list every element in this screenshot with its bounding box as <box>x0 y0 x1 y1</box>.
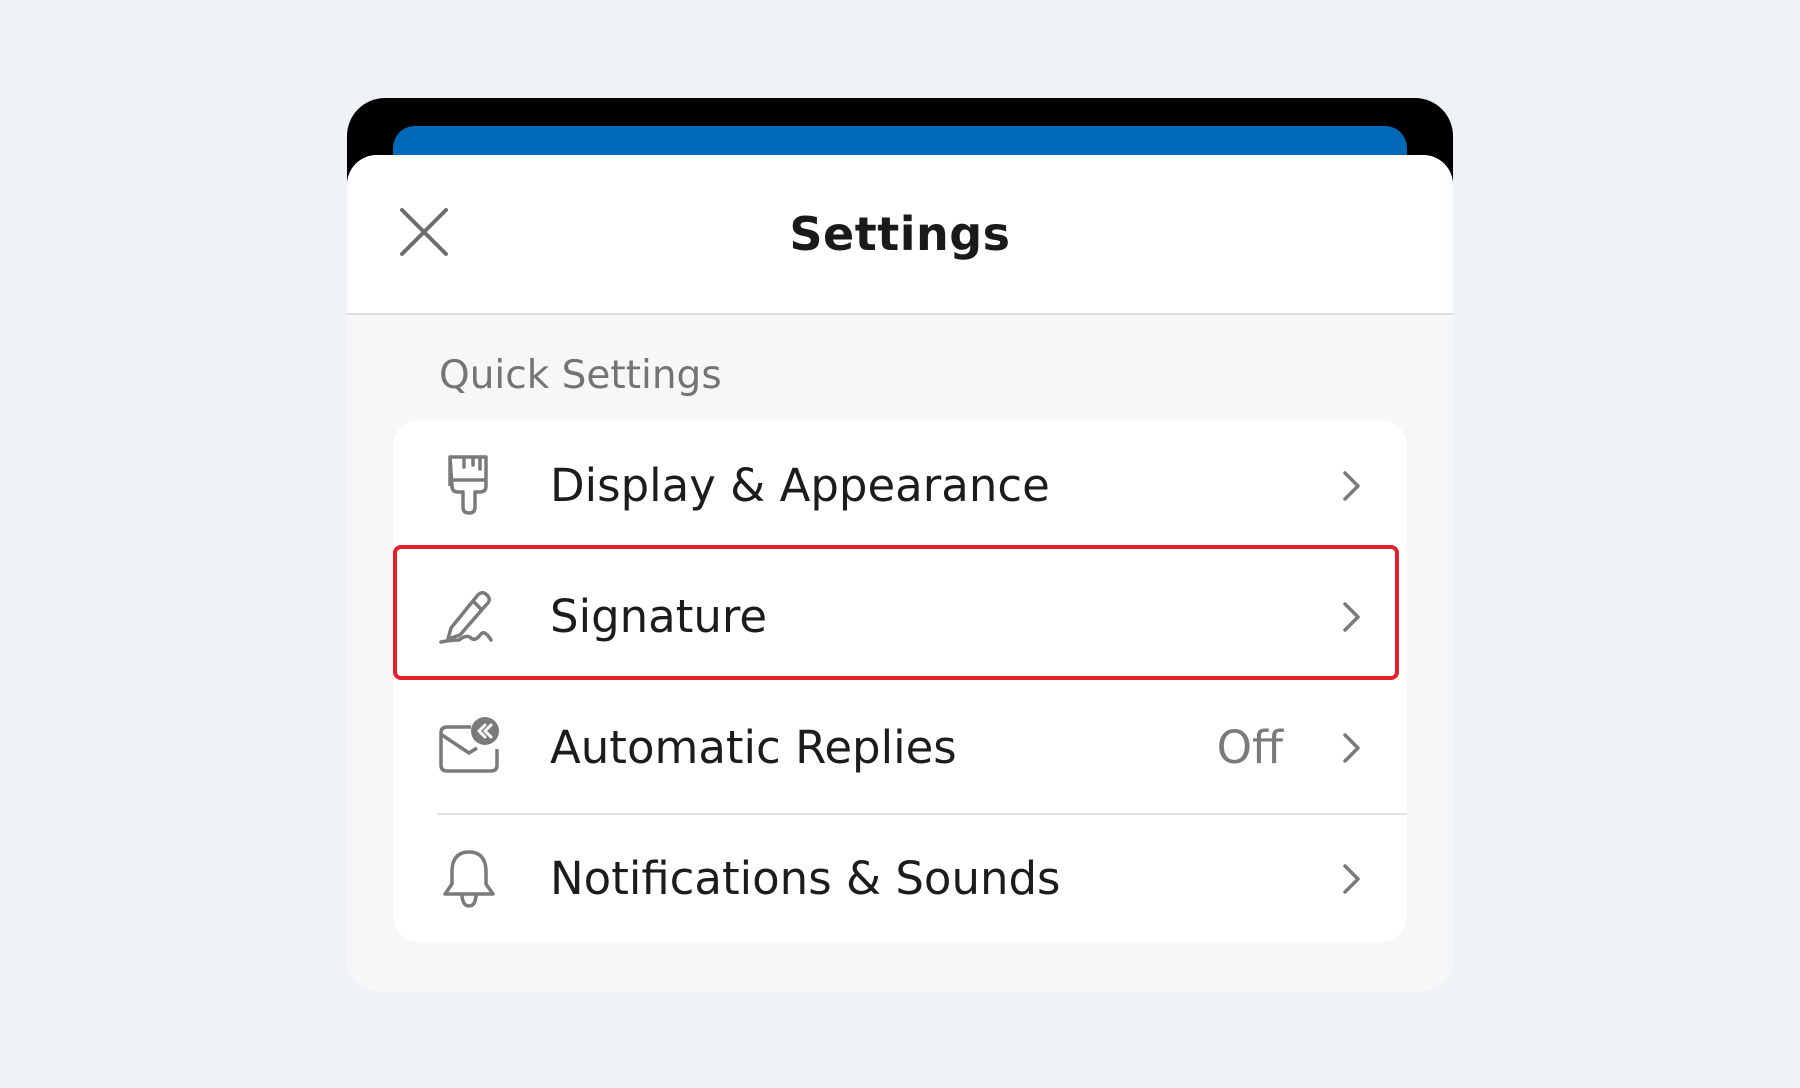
item-label: Display & Appearance <box>550 459 1050 512</box>
chevron-right-icon <box>1333 861 1369 897</box>
chevron-right-icon <box>1333 730 1369 766</box>
settings-item-signature[interactable]: Signature <box>393 551 1407 682</box>
app-stage: Settings Quick Settings Display & Appear… <box>0 0 1800 1088</box>
status-value: Off <box>1216 721 1283 774</box>
close-button[interactable] <box>397 205 451 259</box>
chevron-right-icon <box>1333 468 1369 504</box>
chevron-right-icon <box>1333 599 1369 635</box>
settings-item-automatic-replies[interactable]: Automatic Replies Off <box>393 682 1407 813</box>
quick-settings-group: Display & Appearance Signature Automatic… <box>393 420 1407 942</box>
sheet-header: Settings <box>347 155 1453 315</box>
item-label: Automatic Replies <box>550 721 957 774</box>
bell-icon <box>437 846 501 910</box>
auto-reply-mail-icon <box>437 715 501 779</box>
section-label-quick-settings: Quick Settings <box>439 353 722 398</box>
paintbrush-icon <box>437 453 501 517</box>
settings-item-display-appearance[interactable]: Display & Appearance <box>393 420 1407 551</box>
item-label: Notifications & Sounds <box>550 852 1061 905</box>
settings-item-notifications-sounds[interactable]: Notifications & Sounds <box>393 813 1407 942</box>
signature-pen-icon <box>437 584 501 648</box>
page-title: Settings <box>789 207 1011 261</box>
item-label: Signature <box>550 590 768 643</box>
settings-sheet: Settings Quick Settings Display & Appear… <box>347 155 1453 991</box>
close-icon <box>400 208 448 256</box>
